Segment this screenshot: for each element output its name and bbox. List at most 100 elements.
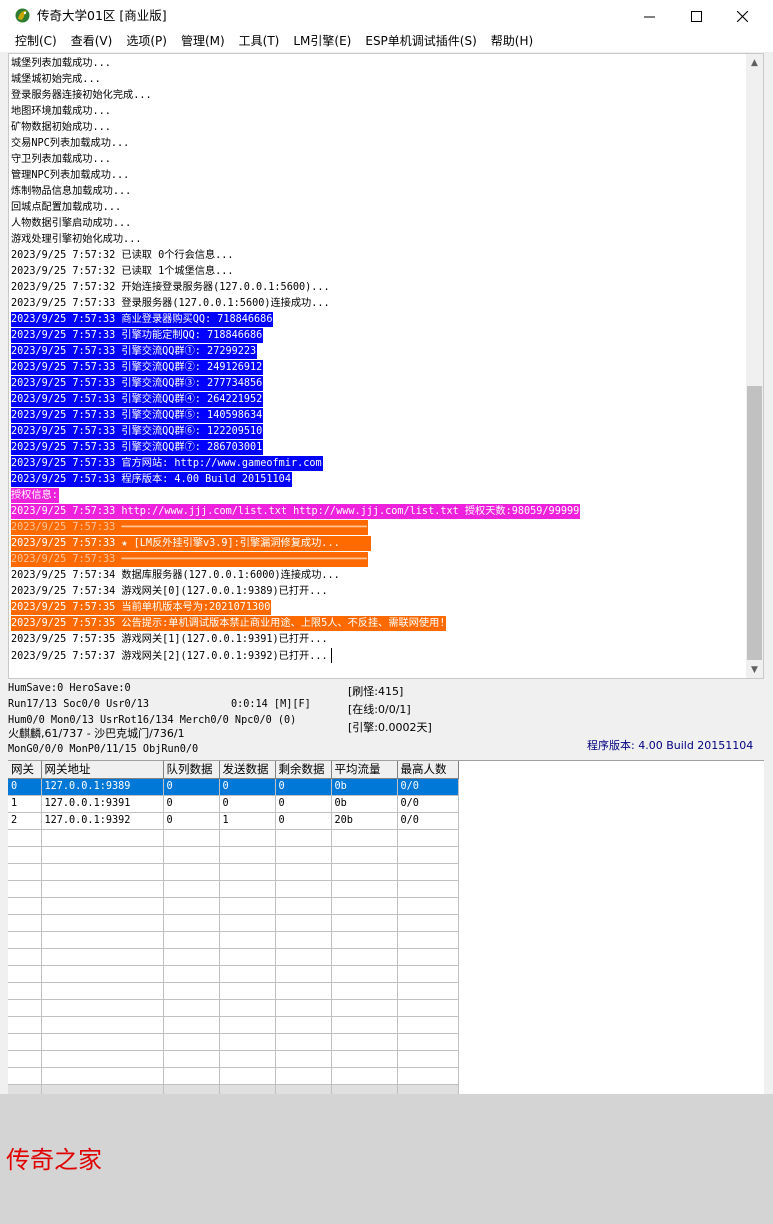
close-button[interactable] bbox=[719, 0, 765, 32]
table-row[interactable]: 1 127.0.0.1:9391 0 0 0 0b 0/0 bbox=[8, 795, 459, 813]
table-row[interactable] bbox=[8, 897, 459, 915]
table-row[interactable] bbox=[8, 965, 459, 983]
column-header[interactable]: 平均流量 bbox=[331, 761, 398, 779]
table-cell bbox=[8, 982, 42, 1000]
table-row[interactable]: 2 127.0.0.1:9392 0 1 0 20b 0/0 bbox=[8, 812, 459, 830]
table-cell bbox=[331, 1050, 398, 1068]
menu-esp-plugin[interactable]: ESP单机调试插件(S) bbox=[358, 32, 483, 52]
table-cell bbox=[397, 948, 459, 966]
table-cell: 1 bbox=[8, 795, 42, 813]
table-cell bbox=[163, 1084, 220, 1094]
table-cell bbox=[219, 1016, 276, 1034]
table-row[interactable] bbox=[8, 914, 459, 932]
table-cell bbox=[163, 1067, 220, 1085]
log-line: 2023/9/25 7:57:35 游戏网关[1](127.0.0.1:9391… bbox=[11, 632, 746, 648]
table-cell bbox=[397, 1016, 459, 1034]
column-header[interactable]: 队列数据 bbox=[163, 761, 220, 779]
table-row[interactable] bbox=[8, 931, 459, 949]
log-line-text: 2023/9/25 7:57:33 程序版本: 4.00 Build 20151… bbox=[11, 472, 292, 487]
log-line-text: 地图环境加载成功... bbox=[11, 106, 111, 117]
menu-tools[interactable]: 工具(T) bbox=[232, 32, 287, 52]
column-header[interactable]: 发送数据 bbox=[219, 761, 276, 779]
log-line-text: 2023/9/25 7:57:33 引擎交流QQ群②: 249126912 bbox=[11, 360, 264, 375]
log-line: 2023/9/25 7:57:33 引擎交流QQ群②: 249126912 bbox=[11, 360, 746, 376]
log-line: 2023/9/25 7:57:33 ★ [LM反外挂引擎v3.9]:引擎漏洞修复… bbox=[11, 536, 746, 552]
table-cell bbox=[219, 965, 276, 983]
table-row[interactable] bbox=[8, 999, 459, 1017]
table-row[interactable] bbox=[8, 1050, 459, 1068]
table-cell: 0 bbox=[275, 812, 332, 830]
table-row[interactable] bbox=[8, 880, 459, 898]
table-row[interactable] bbox=[8, 846, 459, 864]
menu-options[interactable]: 选项(P) bbox=[119, 32, 174, 52]
maximize-icon bbox=[690, 10, 702, 22]
log-line: 城堡城初始完成... bbox=[11, 72, 746, 88]
maximize-button[interactable] bbox=[673, 0, 719, 32]
status-refresh: [刷怪:415] bbox=[348, 685, 404, 698]
table-cell bbox=[163, 1033, 220, 1051]
log-line-text: 2023/9/25 7:57:33 引擎交流QQ群①: 27299223 bbox=[11, 344, 258, 359]
table-cell bbox=[163, 1050, 220, 1068]
table-cell bbox=[275, 1050, 332, 1068]
table-row[interactable] bbox=[8, 829, 459, 847]
table-row[interactable] bbox=[8, 948, 459, 966]
table-cell bbox=[8, 829, 42, 847]
table-cell bbox=[331, 1067, 398, 1085]
log-scrollbar[interactable]: ▲ ▼ bbox=[746, 54, 763, 678]
menu-lm-engine[interactable]: LM引擎(E) bbox=[286, 32, 358, 52]
log-line: 矿物数据初始成功... bbox=[11, 120, 746, 136]
table-cell: 0 bbox=[219, 778, 276, 796]
menu-control[interactable]: 控制(C) bbox=[8, 32, 64, 52]
table-cell bbox=[8, 999, 42, 1017]
gateway-grid[interactable]: 网关 网关地址 队列数据 发送数据 剩余数据 平均流量 最高人数 0 127.0.0.1:93… bbox=[8, 760, 764, 1094]
log-memo[interactable]: 城堡列表加载成功... 城堡城初始完成... 登录服务器连接初始化完成... 地图环境… bbox=[8, 53, 764, 679]
minimize-button[interactable] bbox=[626, 0, 672, 32]
log-line-text: 2023/9/25 7:57:33 商业登录器购买QQ: 718846686 bbox=[11, 312, 274, 327]
table-row[interactable] bbox=[8, 863, 459, 881]
table-cell bbox=[219, 982, 276, 1000]
table-cell bbox=[41, 1067, 164, 1085]
menu-view[interactable]: 查看(V) bbox=[64, 32, 120, 52]
log-line: 2023/9/25 7:57:34 数据库服务器(127.0.0.1:6000)… bbox=[11, 568, 746, 584]
menu-help[interactable]: 帮助(H) bbox=[484, 32, 540, 52]
column-header[interactable]: 网关地址 bbox=[41, 761, 164, 779]
table-cell: 127.0.0.1:9389 bbox=[41, 778, 164, 796]
log-line: 2023/9/25 7:57:33 商业登录器购买QQ: 718846686 bbox=[11, 312, 746, 328]
minimize-icon bbox=[643, 16, 655, 17]
log-line-text: 管理NPC列表加载成功... bbox=[11, 170, 130, 181]
log-line: 2023/9/25 7:57:33 http://www.jjj.com/lis… bbox=[11, 504, 746, 520]
table-cell bbox=[397, 846, 459, 864]
table-cell bbox=[331, 1084, 398, 1094]
table-cell: 0 bbox=[8, 778, 42, 796]
log-lines: 城堡列表加载成功... 城堡城初始完成... 登录服务器连接初始化完成... 地图环境… bbox=[11, 56, 746, 664]
log-line: 城堡列表加载成功... bbox=[11, 56, 746, 72]
menu-manage[interactable]: 管理(M) bbox=[174, 32, 232, 52]
table-row[interactable] bbox=[8, 1084, 459, 1094]
scroll-thumb[interactable] bbox=[747, 386, 762, 660]
table-cell bbox=[8, 1050, 42, 1068]
log-line-text: 2023/9/25 7:57:33 ★ [LM反外挂引擎v3.9]:引擎漏洞修复… bbox=[11, 536, 372, 551]
table-cell bbox=[397, 863, 459, 881]
table-cell bbox=[219, 914, 276, 932]
log-line-text: 2023/9/25 7:57:32 已读取 0个行会信息... bbox=[11, 250, 234, 261]
log-line-text: 2023/9/25 7:57:35 游戏网关[1](127.0.0.1:9391… bbox=[11, 634, 328, 645]
table-row[interactable] bbox=[8, 1016, 459, 1034]
table-cell bbox=[275, 897, 332, 915]
table-cell bbox=[275, 846, 332, 864]
column-header[interactable]: 网关 bbox=[8, 761, 42, 779]
column-header[interactable]: 最高人数 bbox=[397, 761, 459, 779]
table-row[interactable] bbox=[8, 982, 459, 1000]
table-cell bbox=[219, 829, 276, 847]
table-row[interactable] bbox=[8, 1067, 459, 1085]
scroll-down-arrow-icon[interactable]: ▼ bbox=[746, 661, 763, 678]
table-row[interactable] bbox=[8, 1033, 459, 1051]
table-cell bbox=[163, 829, 220, 847]
dragon-app-icon bbox=[15, 8, 30, 23]
log-line: 管理NPC列表加载成功... bbox=[11, 168, 746, 184]
table-cell bbox=[331, 880, 398, 898]
column-header[interactable]: 剩余数据 bbox=[275, 761, 332, 779]
table-cell bbox=[275, 880, 332, 898]
window-title: 传奇大学01区 [商业版] bbox=[37, 8, 167, 23]
scroll-up-arrow-icon[interactable]: ▲ bbox=[746, 54, 763, 71]
table-row[interactable]: 0 127.0.0.1:9389 0 0 0 0b 0/0 bbox=[8, 778, 459, 796]
